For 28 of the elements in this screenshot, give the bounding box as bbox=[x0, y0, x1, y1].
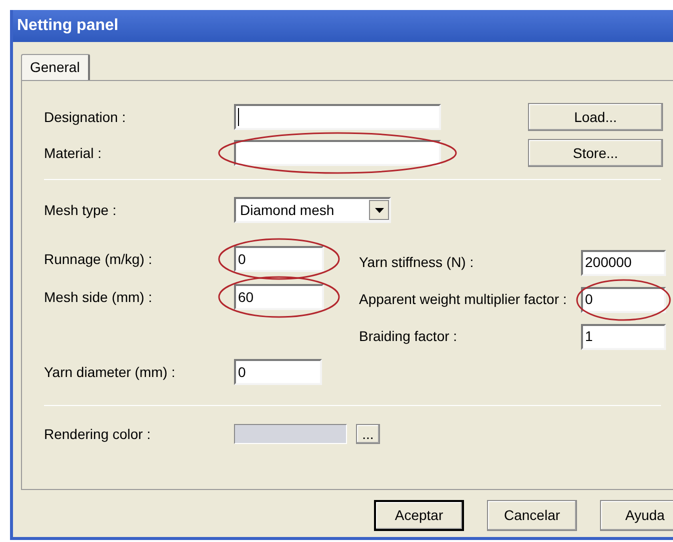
input-field[interactable] bbox=[234, 104, 441, 130]
field-label: Mesh type : bbox=[44, 200, 118, 220]
field-label: Material : bbox=[44, 144, 103, 162]
input-field[interactable]: 60 bbox=[234, 284, 324, 310]
input-field[interactable]: 0 bbox=[581, 286, 666, 312]
field-label: Braiding factor : bbox=[359, 327, 458, 346]
window-title: Netting panel bbox=[17, 16, 118, 36]
field-label: Yarn diameter (mm) : bbox=[44, 362, 176, 382]
input-field[interactable]: 200000 bbox=[581, 250, 666, 276]
dialog-button[interactable]: Cancelar bbox=[487, 500, 577, 531]
side-button[interactable]: Load... bbox=[528, 103, 663, 131]
tab[interactable]: General bbox=[21, 54, 90, 80]
input-field[interactable]: 1 bbox=[581, 324, 666, 350]
text-cursor bbox=[238, 108, 239, 126]
input-field[interactable] bbox=[234, 140, 441, 166]
field-label: Rendering color : bbox=[44, 424, 152, 444]
side-button[interactable]: Store... bbox=[528, 139, 663, 167]
color-picker-button[interactable]: ... bbox=[356, 424, 380, 444]
input-field[interactable]: 0 bbox=[234, 359, 322, 385]
field-label: Designation : bbox=[44, 108, 127, 127]
field-label: Mesh side (mm) : bbox=[44, 288, 154, 307]
field-label: Runnage (m/kg) : bbox=[44, 250, 154, 269]
dialog-button[interactable]: Ayuda bbox=[600, 500, 673, 531]
mesh-type-dropdown[interactable]: Diamond mesh bbox=[234, 197, 391, 223]
input-field[interactable]: 0 bbox=[234, 246, 324, 272]
dialog-button[interactable]: Aceptar bbox=[374, 500, 464, 531]
field-label: Apparent weight multiplier factor : bbox=[359, 290, 568, 309]
field-label: Yarn stiffness (N) : bbox=[359, 253, 475, 272]
